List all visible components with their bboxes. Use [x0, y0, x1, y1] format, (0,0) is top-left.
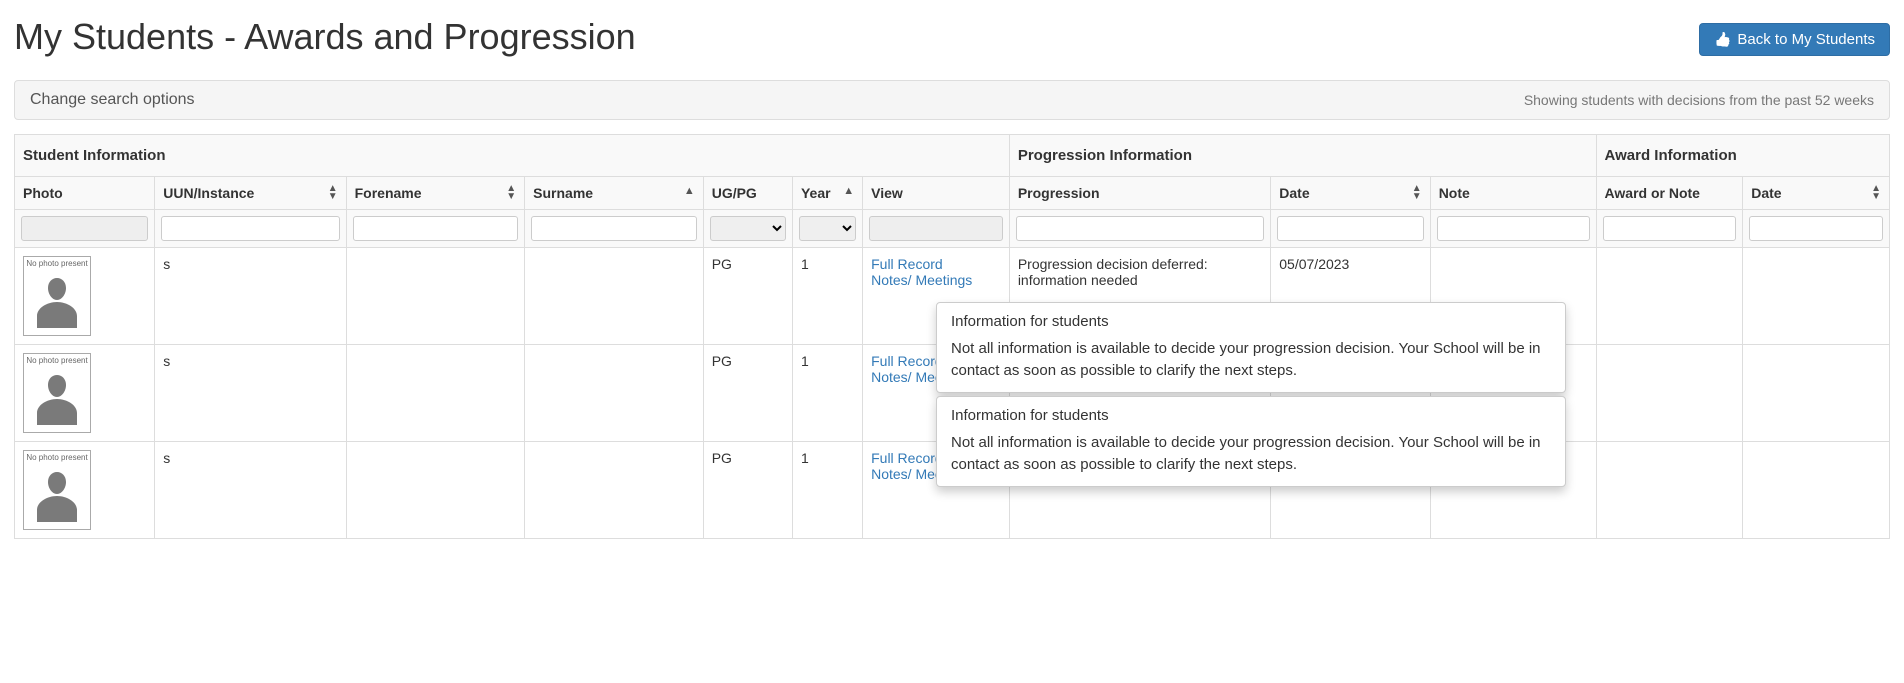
person-silhouette-icon: [32, 462, 82, 522]
cell-surname: [525, 442, 704, 539]
popover-body: Not all information is available to deci…: [951, 338, 1551, 382]
filter-progression[interactable]: [1016, 216, 1264, 241]
filter-note[interactable]: [1437, 216, 1590, 241]
cell-forename: [346, 248, 525, 345]
filter-year[interactable]: [799, 216, 856, 241]
info-popover: Information for students Not all informa…: [936, 302, 1566, 393]
showing-summary: Showing students with decisions from the…: [1524, 92, 1874, 108]
col-pdate[interactable]: Date▲▼: [1271, 177, 1430, 210]
filter-uun[interactable]: [161, 216, 339, 241]
col-year[interactable]: Year▲: [792, 177, 862, 210]
col-view: View: [863, 177, 1010, 210]
person-silhouette-icon: [32, 268, 82, 328]
cell-adate: [1743, 442, 1890, 539]
cell-ugpg: PG: [703, 345, 792, 442]
back-button-label: Back to My Students: [1737, 31, 1875, 48]
notes-meetings-link[interactable]: Notes/ Meetings: [871, 272, 972, 288]
sort-icon: ▲▼: [1412, 185, 1422, 201]
filter-surname[interactable]: [531, 216, 697, 241]
filter-view: [869, 216, 1003, 241]
col-progression: Progression: [1009, 177, 1270, 210]
group-progression-info: Progression Information: [1009, 135, 1596, 177]
cell-year: 1: [792, 248, 862, 345]
filter-award[interactable]: [1603, 216, 1737, 241]
group-award-info: Award Information: [1596, 135, 1889, 177]
cell-uun: s: [155, 248, 346, 345]
col-note: Note: [1430, 177, 1596, 210]
page-title: My Students - Awards and Progression: [14, 16, 636, 58]
popover-title: Information for students: [951, 313, 1551, 330]
photo-placeholder: No photo present: [23, 256, 91, 336]
col-award: Award or Note: [1596, 177, 1743, 210]
col-surname[interactable]: Surname▲: [525, 177, 704, 210]
back-to-students-button[interactable]: Back to My Students: [1699, 23, 1890, 56]
cell-forename: [346, 345, 525, 442]
cell-award: [1596, 442, 1743, 539]
person-silhouette-icon: [32, 365, 82, 425]
photo-placeholder: No photo present: [23, 450, 91, 530]
sort-asc-icon: ▲: [684, 185, 695, 197]
col-ugpg: UG/PG: [703, 177, 792, 210]
cell-progression: Progression decision deferred: informati…: [1018, 256, 1208, 288]
cell-year: 1: [792, 345, 862, 442]
search-options-panel: Change search options Showing students w…: [14, 80, 1890, 120]
photo-placeholder: No photo present: [23, 353, 91, 433]
cell-adate: [1743, 345, 1890, 442]
full-record-link[interactable]: Full Record: [871, 353, 943, 369]
cell-year: 1: [792, 442, 862, 539]
col-adate[interactable]: Date▲▼: [1743, 177, 1890, 210]
sort-asc-icon: ▲: [843, 185, 854, 197]
full-record-link[interactable]: Full Record: [871, 450, 943, 466]
cell-award: [1596, 248, 1743, 345]
sort-icon: ▲▼: [1871, 185, 1881, 201]
cell-adate: [1743, 248, 1890, 345]
popover-title: Information for students: [951, 407, 1551, 424]
col-uun[interactable]: UUN/Instance▲▼: [155, 177, 346, 210]
popover-body: Not all information is available to deci…: [951, 432, 1551, 476]
thumbs-up-icon: [1714, 31, 1731, 48]
group-student-info: Student Information: [15, 135, 1010, 177]
filter-photo: [21, 216, 148, 241]
info-popover: Information for students Not all informa…: [936, 396, 1566, 487]
cell-ugpg: PG: [703, 248, 792, 345]
col-forename[interactable]: Forename▲▼: [346, 177, 525, 210]
change-search-options-link[interactable]: Change search options: [30, 91, 195, 109]
cell-ugpg: PG: [703, 442, 792, 539]
filter-adate[interactable]: [1749, 216, 1883, 241]
filter-pdate[interactable]: [1277, 216, 1423, 241]
sort-icon: ▲▼: [328, 185, 338, 201]
cell-surname: [525, 345, 704, 442]
cell-award: [1596, 345, 1743, 442]
cell-forename: [346, 442, 525, 539]
sort-icon: ▲▼: [506, 185, 516, 201]
full-record-link[interactable]: Full Record: [871, 256, 943, 272]
col-photo: Photo: [15, 177, 155, 210]
cell-surname: [525, 248, 704, 345]
filter-ugpg[interactable]: [710, 216, 786, 241]
filter-forename[interactable]: [353, 216, 519, 241]
cell-uun: s: [155, 442, 346, 539]
cell-uun: s: [155, 345, 346, 442]
